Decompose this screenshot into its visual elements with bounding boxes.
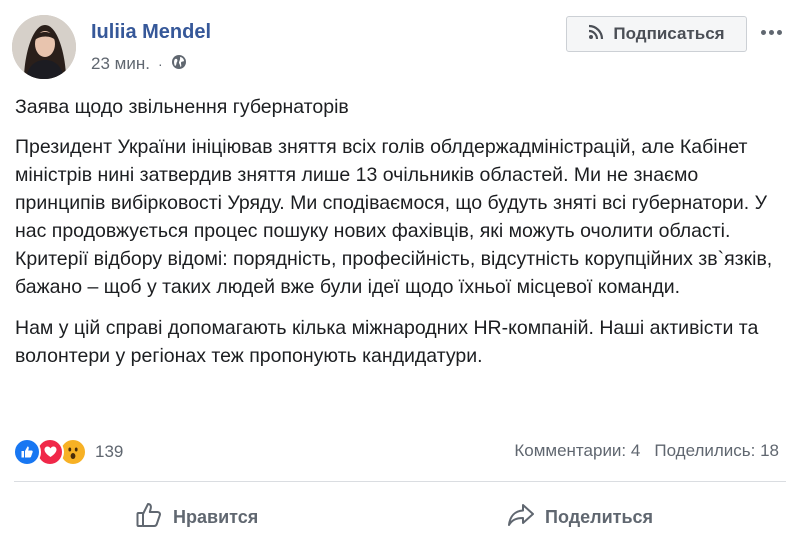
post-timestamp[interactable]: 23 мин. xyxy=(91,54,150,74)
facebook-post: Iuliia Mendel 23 мин. · Подписаться Заяв… xyxy=(0,0,800,550)
profile-photo xyxy=(12,15,76,79)
reactions-count: 139 xyxy=(95,442,124,461)
thumbs-up-icon xyxy=(135,501,163,534)
share-arrow-icon xyxy=(507,501,535,534)
post-meta: 23 мин. · xyxy=(91,52,187,76)
globe-icon[interactable] xyxy=(171,54,187,75)
post-stats: Комментарии: 4 Поделились: 18 xyxy=(514,441,779,461)
post-paragraph: Президент України ініціював зняття всіх … xyxy=(15,136,773,298)
author-name[interactable]: Iuliia Mendel xyxy=(91,21,211,44)
post-title: Заява щодо звільнення губернаторів xyxy=(15,96,349,118)
subscribe-label: Подписаться xyxy=(613,24,725,43)
rss-icon xyxy=(588,24,604,45)
comments-count-link[interactable]: Комментарии: 4 xyxy=(514,441,640,461)
post-content: Заява щодо звільнення губернаторів Прези… xyxy=(15,93,790,370)
share-label: Поделиться xyxy=(545,506,654,527)
like-label: Нравится xyxy=(173,506,259,527)
meta-separator: · xyxy=(157,56,163,72)
shares-count-link[interactable]: Поделились: 18 xyxy=(654,441,779,461)
reactions-summary[interactable]: 139 xyxy=(13,437,123,467)
subscribe-button[interactable]: Подписаться xyxy=(566,16,747,52)
like-button[interactable]: Нравится xyxy=(135,500,258,534)
more-dots-icon[interactable] xyxy=(753,18,789,46)
divider xyxy=(14,481,786,482)
avatar[interactable] xyxy=(12,15,76,79)
share-button[interactable]: Поделиться xyxy=(507,500,653,534)
post-paragraph: Нам у цій справі допомагають кілька міжн… xyxy=(15,317,759,367)
like-reaction-icon xyxy=(13,438,41,466)
